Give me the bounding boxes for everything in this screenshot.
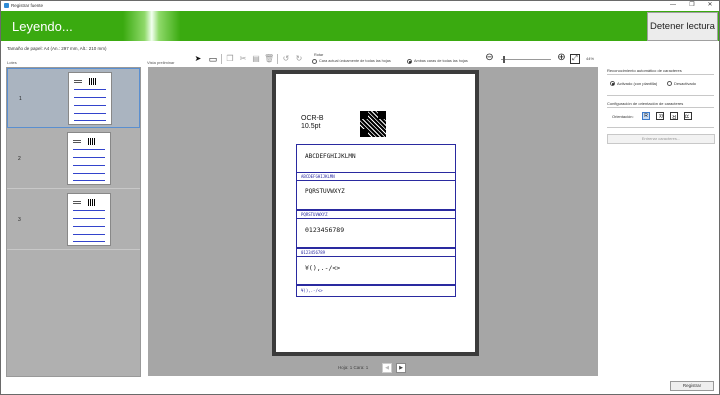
thumbnail-item-1[interactable]: 1	[7, 68, 140, 128]
main-window: Registrar fuente — ❐ ✕ Leyendo... Detene…	[0, 0, 720, 395]
copy-icon[interactable]: ❐	[225, 54, 235, 64]
sample-label-3: 0123456789	[301, 250, 326, 255]
cut-icon[interactable]: ✂	[238, 54, 248, 64]
zoom-slider[interactable]	[501, 59, 551, 60]
reading-status: Leyendo...	[12, 19, 73, 34]
register-button[interactable]: Registrar	[670, 381, 714, 391]
orientation-0-button[interactable]: R	[642, 112, 650, 120]
qr-code-image	[360, 111, 386, 137]
rotate-right-icon[interactable]: ↻	[294, 54, 304, 64]
sample-row-2: PQRSTUVWXYZ	[305, 188, 345, 195]
thumbnail-image	[67, 193, 111, 246]
document-page: OCR-B 10.5pt ABCDEFGHIJKLMN ABCDEFGHIJKL…	[272, 70, 479, 356]
sample-row-4: ¥(),.-/<>	[305, 264, 341, 272]
fit-page-icon[interactable]: ⤢	[570, 54, 580, 64]
auto-recognition-title: Reconocimiento automático de caracteres	[607, 68, 682, 73]
auto-off-label: Desactivado	[674, 81, 697, 86]
maximize-button[interactable]: ❐	[685, 1, 699, 10]
paste-icon[interactable]: ▤	[251, 54, 261, 64]
status-banner: Leyendo...	[1, 11, 719, 41]
sample-row-1: ABCDEFGHIJKLMN	[305, 153, 356, 160]
orientation-270-button[interactable]: R	[684, 112, 692, 120]
preview-area[interactable]: OCR-B 10.5pt ABCDEFGHIJKLMN ABCDEFGHIJKL…	[148, 67, 598, 376]
next-page-button[interactable]: ▶	[396, 363, 406, 373]
orientation-90-button[interactable]: R	[656, 112, 664, 120]
orientation-label: Orientación:	[612, 114, 634, 119]
rotate-left-icon[interactable]: ↺	[281, 54, 291, 64]
sample-label-1: ABCDEFGHIJKLMN	[301, 174, 335, 179]
thumbnail-number: 3	[18, 217, 21, 223]
rotate-current-face-label: Cara actual únicamente de todas las hoja…	[319, 59, 391, 63]
rectangle-tool-icon[interactable]: ▭	[208, 54, 218, 64]
thumbnail-image	[67, 132, 111, 185]
sheet-face-indicator: Hoja: 1 Cara: 1	[338, 365, 369, 370]
auto-on-radio[interactable]	[610, 81, 615, 86]
sample-label-2: PQRSTUVWXYZ	[301, 212, 328, 217]
stop-reading-button[interactable]: Detener lectura	[647, 12, 718, 41]
prev-page-button[interactable]: ◀	[382, 363, 392, 373]
thumbnail-number: 1	[19, 96, 22, 102]
paper-size-info: Tamaño de papel: A4 (An.: 297 mm, Alt.: …	[7, 46, 107, 51]
app-icon	[4, 3, 9, 8]
window-title: Registrar fuente	[11, 3, 44, 8]
pointer-tool-icon[interactable]: ➤	[193, 54, 203, 64]
zoom-value: 44%	[586, 56, 595, 61]
zoom-in-icon[interactable]: ⊕	[556, 53, 567, 64]
sample-row-3: 0123456789	[305, 226, 345, 234]
thumbnail-image	[68, 72, 112, 125]
thumbnail-item-3[interactable]: 3	[7, 190, 140, 250]
rotate-current-face-radio[interactable]	[312, 59, 317, 64]
zoom-slider-thumb[interactable]	[503, 56, 505, 63]
rotate-label: Rotar	[314, 53, 324, 57]
title-bar: Registrar fuente — ❐ ✕	[1, 1, 719, 10]
lots-label: Lotes	[7, 60, 17, 65]
auto-off-radio[interactable]	[667, 81, 672, 86]
rotate-both-faces-label: Ambas caras de todas las hojas	[414, 59, 468, 63]
zoom-out-icon[interactable]: ⊖	[484, 53, 495, 64]
thumbnail-number: 2	[18, 156, 21, 162]
auto-on-label: Activado (con plantilla)	[617, 81, 658, 86]
preview-toolbar: ➤ ▭ ❐ ✂ ▤ 🗑 ↺ ↻ Rotar Cara actual únicam…	[191, 53, 601, 66]
thumbnail-item-2[interactable]: 2	[7, 129, 140, 189]
orientation-180-button[interactable]: R	[670, 112, 678, 120]
sample-label-4: ¥(),.-/<>	[301, 288, 323, 293]
settings-panel: Reconocimiento automático de caracteres …	[604, 67, 716, 377]
sample-form: ABCDEFGHIJKLMN ABCDEFGHIJKLMN PQRSTUVWXY…	[296, 144, 456, 297]
thumbnail-list[interactable]: 1 2 3	[6, 67, 141, 377]
close-button[interactable]: ✕	[703, 1, 717, 10]
orientation-title: Configuración de orientación de caracter…	[607, 101, 684, 106]
font-sample-header: OCR-B 10.5pt	[301, 115, 324, 131]
font-name: OCR-B	[301, 115, 324, 122]
train-characters-button[interactable]: Entrenar caracteres...	[607, 134, 715, 144]
minimize-button[interactable]: —	[666, 1, 680, 10]
preview-label: Vista preliminar	[147, 60, 175, 65]
delete-icon[interactable]: 🗑	[264, 54, 274, 64]
rotate-both-faces-radio[interactable]	[407, 59, 412, 64]
font-size: 10.5pt	[301, 123, 321, 130]
